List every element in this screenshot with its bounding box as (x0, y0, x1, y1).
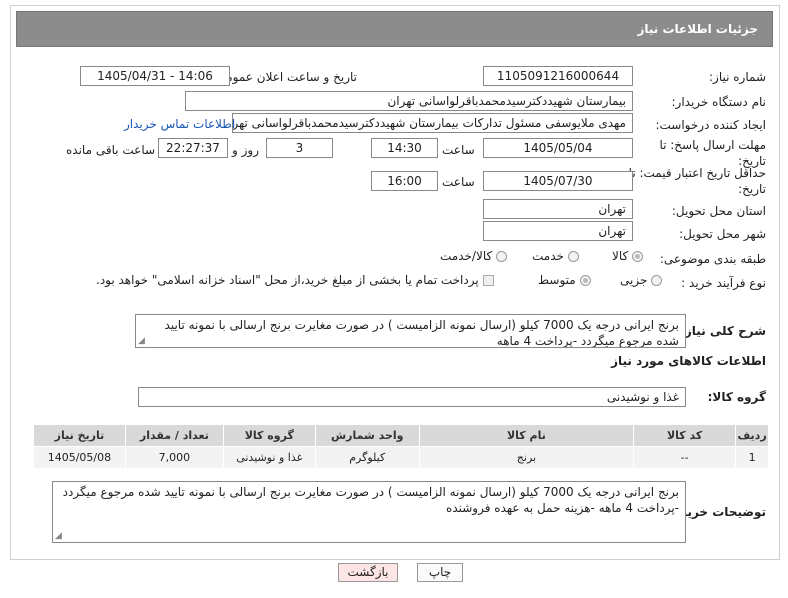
category-service-text: خدمت (532, 249, 564, 263)
buyer-notes-text: برنج ایرانی درجه یک 7000 کیلو (ارسال نمو… (62, 485, 679, 515)
page-title: جزئیات اطلاعات نیاز (16, 11, 773, 47)
cell-need-date: 1405/05/08 (33, 446, 126, 469)
col-row: ردیف (735, 424, 769, 447)
col-quantity: تعداد / مقدار (124, 424, 224, 447)
category-option-both[interactable]: کالا/خدمت (440, 249, 508, 263)
category-goods-text: کالا (612, 249, 629, 263)
print-button[interactable]: چاپ (417, 563, 463, 582)
requester-field: مهدی ملایوسفی مسئول تدارکات بیمارستان شه… (232, 113, 633, 133)
cell-name: برنج (418, 446, 635, 469)
category-service-radio[interactable] (567, 251, 579, 262)
col-unit: واحد شمارش (314, 424, 420, 447)
goods-group-label: گروه کالا: (707, 390, 766, 404)
remaining-label: ساعت باقی مانده (66, 143, 156, 157)
process-option-medium[interactable]: متوسط (538, 273, 591, 287)
category-option-service[interactable]: خدمت (532, 249, 579, 263)
col-code: کد کالا (633, 424, 737, 447)
delivery-province-label: استان محل تحویل: (671, 204, 766, 218)
price-validity-date: 1405/07/30 (483, 171, 633, 191)
reply-deadline-days: 3 (266, 138, 333, 158)
treasury-payment-option[interactable]: پرداخت تمام یا بخشی از مبلغ خرید،از محل … (96, 273, 494, 287)
table-row: 1 -- برنج کیلوگرم غذا و نوشیدنی 7,000 14… (33, 446, 769, 469)
col-name: نام کالا (418, 424, 635, 447)
reply-deadline-date: 1405/05/04 (483, 138, 633, 158)
general-description-text: برنج ایرانی درجه یک 7000 کیلو (ارسال نمو… (164, 318, 679, 348)
category-label: طبقه بندی موضوعی: (659, 252, 766, 266)
goods-group-field: غذا و نوشیدنی (138, 387, 686, 407)
process-medium-radio[interactable] (579, 275, 591, 286)
cell-group: غذا و نوشیدنی (222, 446, 316, 469)
resize-grip-icon[interactable]: ◢ (138, 337, 145, 346)
goods-table-header: ردیف کد کالا نام کالا واحد شمارش گروه کا… (33, 424, 769, 447)
days-label: روز و (232, 143, 259, 157)
cell-code: -- (633, 446, 737, 469)
treasury-payment-checkbox[interactable] (482, 275, 494, 286)
resize-grip-icon[interactable]: ◢ (55, 532, 62, 541)
process-medium-text: متوسط (538, 273, 576, 287)
price-validity-time: 16:00 (371, 171, 438, 191)
general-description-label: شرح کلی نیاز: (680, 324, 766, 338)
remaining-time: 22:27:37 (158, 138, 228, 158)
back-button[interactable]: بازگشت (338, 563, 398, 582)
category-both-radio[interactable] (496, 251, 508, 262)
col-need-date: تاریخ نیاز (33, 424, 126, 447)
announce-datetime-value: 1405/04/31 - 14:06 (97, 69, 213, 83)
buyer-notes-box[interactable]: برنج ایرانی درجه یک 7000 کیلو (ارسال نمو… (52, 481, 686, 543)
purchase-process-label: نوع فرآیند خرید : (681, 276, 766, 290)
buyer-org-field: بیمارستان شهیددکترسیدمحمدباقرلواسانی تهر… (185, 91, 633, 111)
announce-datetime-label: تاریخ و ساعت اعلان عمومی: (212, 70, 357, 84)
price-validity-time-label: ساعت (442, 175, 475, 189)
cell-row: 1 (735, 446, 769, 469)
delivery-city-field: تهران (483, 221, 633, 241)
price-validity-label: حداقل تاریخ اعتبار قیمت: تا تاریخ: (628, 166, 766, 196)
buyer-org-label: نام دستگاه خریدار: (671, 95, 767, 109)
buyer-contact-link[interactable]: اطلاعات تماس خریدار (124, 117, 235, 131)
reply-deadline-time: 14:30 (371, 138, 438, 158)
goods-table: ردیف کد کالا نام کالا واحد شمارش گروه کا… (33, 424, 769, 469)
reply-deadline-time-label: ساعت (442, 143, 475, 157)
cell-unit: کیلوگرم (314, 446, 420, 469)
treasury-payment-text: پرداخت تمام یا بخشی از مبلغ خرید،از محل … (96, 273, 479, 287)
need-number-label: شماره نیاز: (709, 70, 766, 84)
general-description-box[interactable]: برنج ایرانی درجه یک 7000 کیلو (ارسال نمو… (135, 314, 686, 348)
requester-label: ایجاد کننده درخواست: (655, 118, 766, 132)
announce-datetime-field: 1405/04/31 - 14:06 (80, 66, 230, 86)
cell-quantity: 7,000 (124, 446, 224, 469)
need-number-field: 1105091216000644 (483, 66, 633, 86)
delivery-province-field: تهران (483, 199, 633, 219)
goods-section-title: اطلاعات کالاهای مورد نیاز (611, 354, 766, 368)
delivery-city-label: شهر محل تحویل: (679, 227, 766, 241)
category-option-goods[interactable]: کالا (612, 249, 644, 263)
category-both-text: کالا/خدمت (440, 249, 493, 263)
process-minor-text: جزیی (620, 273, 648, 287)
process-option-minor[interactable]: جزیی (620, 273, 663, 287)
process-minor-radio[interactable] (651, 275, 663, 286)
col-group: گروه کالا (222, 424, 316, 447)
category-goods-radio[interactable] (632, 251, 644, 262)
